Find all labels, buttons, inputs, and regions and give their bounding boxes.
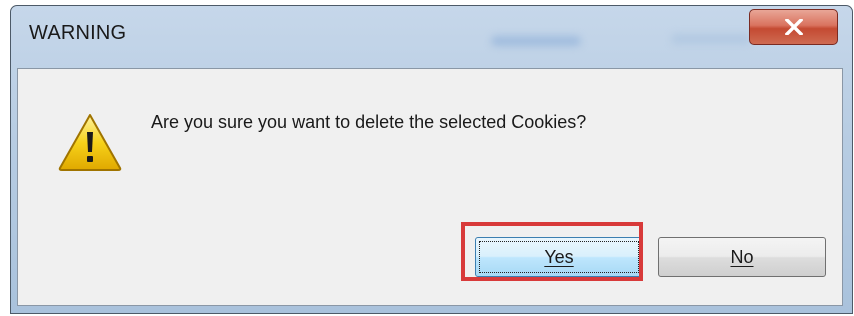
no-button[interactable]: No xyxy=(658,237,826,277)
confirmation-message: Are you sure you want to delete the sele… xyxy=(151,112,587,132)
title-bar-reflection xyxy=(491,36,581,46)
highlight-annotation xyxy=(461,222,643,281)
no-button-label: No xyxy=(730,246,754,267)
close-icon xyxy=(784,19,803,35)
warning-icon xyxy=(58,114,122,171)
close-button[interactable] xyxy=(749,9,838,45)
title-bar[interactable]: WARNING xyxy=(11,6,852,65)
dialog-body: Are you sure you want to delete the sele… xyxy=(17,68,843,306)
dialog-title: WARNING xyxy=(29,22,127,44)
warning-dialog: WARNING Are you sure you want to delete … xyxy=(10,5,853,314)
title-bar-reflection xyxy=(671,34,751,44)
